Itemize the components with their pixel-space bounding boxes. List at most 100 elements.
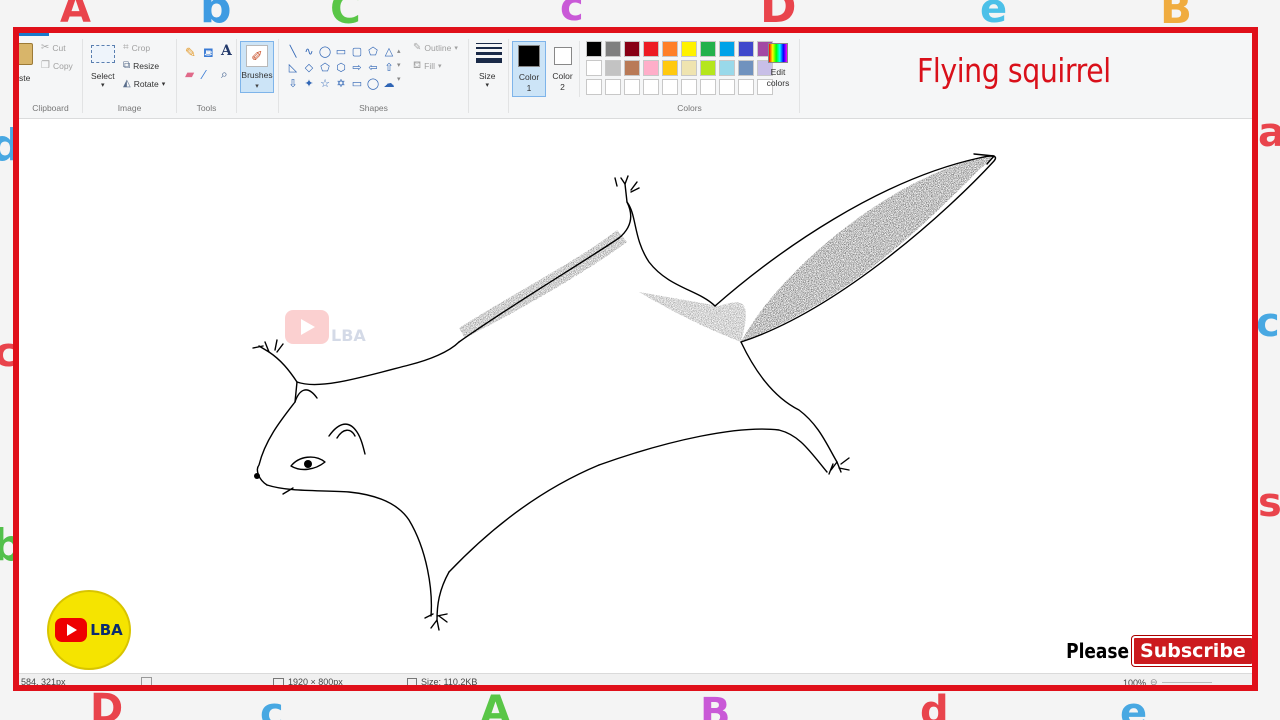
shapes-scroll[interactable]: ▴ ▾ ▾ xyxy=(397,45,401,87)
color-swatch[interactable] xyxy=(643,79,659,95)
select-button[interactable]: Select ▾ xyxy=(91,71,115,89)
color-swatch[interactable] xyxy=(643,60,659,76)
edit-colors-button[interactable]: Edit colors xyxy=(761,41,795,97)
fill-icon: ⛾ xyxy=(413,60,422,71)
ribbon-toolbar: ste ✂ Cut ❐ Copy Clipboard Select ▾ ⌗ Crop ⧉… xyxy=(19,33,1252,119)
image-dimensions-text: 1920 × 800px xyxy=(288,677,343,687)
cut-button[interactable]: ✂ Cut xyxy=(41,43,66,54)
left-arrow-shape-icon[interactable]: ⇦ xyxy=(365,59,381,75)
color-swatch[interactable] xyxy=(605,60,621,76)
backdrop-glyph: d xyxy=(920,688,949,720)
brushes-button[interactable]: ✐ Brushes ▾ xyxy=(240,41,274,93)
fill-button[interactable]: ⛾ Fill ▾ xyxy=(413,60,442,72)
select-icon xyxy=(91,45,115,63)
oval-callout-shape-icon[interactable]: ◯ xyxy=(365,75,381,91)
up-arrow-shape-icon[interactable]: ⇧ xyxy=(381,59,397,75)
polygon-shape-icon[interactable]: ⬠ xyxy=(365,43,381,59)
disk-icon xyxy=(407,677,417,685)
rectangle-shape-icon[interactable]: ▭ xyxy=(333,43,349,59)
paste-button[interactable]: ste xyxy=(19,73,30,83)
chevron-down-icon: ▾ xyxy=(101,82,105,89)
file-tab-indicator xyxy=(19,33,49,36)
color-swatch[interactable] xyxy=(738,79,754,95)
zoom-out-icon[interactable]: ⊖ xyxy=(1150,677,1158,685)
color-swatch[interactable] xyxy=(624,60,640,76)
color-swatch[interactable] xyxy=(681,79,697,95)
eraser-tool[interactable]: ▰ xyxy=(185,67,194,81)
color-swatch[interactable] xyxy=(719,41,735,57)
fill-tool[interactable]: ⛾ xyxy=(203,45,214,63)
five-point-star-shape-icon[interactable]: ☆ xyxy=(317,75,333,91)
four-point-star-shape-icon[interactable]: ✦ xyxy=(301,75,317,91)
edit-colors-label-2: colors xyxy=(766,78,790,88)
color1-button[interactable]: Color 1 xyxy=(512,41,546,97)
right-triangle-shape-icon[interactable]: ◺ xyxy=(285,59,301,75)
color-swatch[interactable] xyxy=(624,41,640,57)
color-picker-tool[interactable]: ⁄ xyxy=(203,67,205,82)
status-bar: 584, 321px 1920 × 800px Size: 110.2KB 10… xyxy=(19,673,1252,687)
outline-button[interactable]: ✎ Outline ▾ xyxy=(413,42,458,54)
curve-shape-icon[interactable]: ∿ xyxy=(301,43,317,59)
backdrop-glyph: a xyxy=(1258,110,1280,156)
color-swatch[interactable] xyxy=(662,41,678,57)
crop-button[interactable]: ⌗ Crop xyxy=(123,43,150,54)
color2-button[interactable]: Color 2 xyxy=(546,41,580,97)
eraser-icon: ▰ xyxy=(185,67,195,81)
color-swatch[interactable] xyxy=(681,60,697,76)
callout-shape-icon[interactable]: ▭ xyxy=(349,75,365,91)
color-swatch[interactable] xyxy=(681,41,697,57)
six-point-star-shape-icon[interactable]: ✡ xyxy=(333,75,349,91)
drawing-canvas[interactable]: LBA xyxy=(19,120,1252,648)
select-label: Select xyxy=(91,71,115,81)
chevron-down-icon: ▾ xyxy=(454,45,458,52)
text-tool[interactable]: A xyxy=(221,43,232,59)
color-swatch[interactable] xyxy=(700,41,716,57)
selection-size xyxy=(141,677,152,685)
copy-button[interactable]: ❐ Copy xyxy=(41,60,73,72)
pentagon-shape-icon[interactable]: ⬠ xyxy=(317,59,333,75)
rounded-rectangle-shape-icon[interactable]: ▢ xyxy=(349,43,365,59)
color-swatch[interactable] xyxy=(605,79,621,95)
color-swatch[interactable] xyxy=(586,41,602,57)
down-arrow-shape-icon[interactable]: ⇩ xyxy=(285,75,301,91)
magnifier-tool[interactable]: ⌕ xyxy=(221,67,228,82)
video-title-overlay: Flying squirrel xyxy=(917,51,1111,90)
color-swatch[interactable] xyxy=(738,41,754,57)
pencil-tool[interactable]: ✎ xyxy=(185,45,196,61)
size-label: Size xyxy=(479,71,496,81)
color-swatch[interactable] xyxy=(643,41,659,57)
copy-icon: ❐ xyxy=(41,60,50,71)
color-swatch[interactable] xyxy=(700,79,716,95)
zoom-slider[interactable] xyxy=(1161,682,1212,683)
color-swatch[interactable] xyxy=(719,60,735,76)
diamond-shape-icon[interactable]: ◇ xyxy=(301,59,317,75)
right-arrow-shape-icon[interactable]: ⇨ xyxy=(349,59,365,75)
color-swatch[interactable] xyxy=(662,60,678,76)
color-swatch[interactable] xyxy=(624,79,640,95)
color-swatch[interactable] xyxy=(605,41,621,57)
brush-icon: ✐ xyxy=(246,45,268,67)
triangle-shape-icon[interactable]: △ xyxy=(381,43,397,59)
size-button[interactable]: Size ▾ xyxy=(479,71,496,89)
color2-number: 2 xyxy=(560,82,565,92)
cloud-callout-shape-icon[interactable]: ☁ xyxy=(381,75,397,91)
image-dimensions: 1920 × 800px xyxy=(273,677,343,687)
resize-button[interactable]: ⧉ Resize xyxy=(123,61,159,72)
color1-swatch xyxy=(518,45,540,67)
hexagon-shape-icon[interactable]: ⬡ xyxy=(333,59,349,75)
oval-shape-icon[interactable]: ◯ xyxy=(317,43,333,59)
line-shape-icon[interactable]: ╲ xyxy=(285,43,301,59)
subscribe-overlay: Please Subscribe xyxy=(1055,636,1252,666)
outline-label: Outline xyxy=(424,43,452,53)
rotate-button[interactable]: ◭ Rotate ▾ xyxy=(123,79,165,90)
color-swatch[interactable] xyxy=(586,60,602,76)
color-swatch[interactable] xyxy=(738,60,754,76)
color-swatch[interactable] xyxy=(700,60,716,76)
color-swatch[interactable] xyxy=(662,79,678,95)
color-swatch[interactable] xyxy=(719,79,735,95)
image-group-label: Image xyxy=(117,103,142,113)
outline-icon: ✎ xyxy=(413,42,422,53)
subscribe-button[interactable]: Subscribe xyxy=(1132,636,1252,666)
channel-logo: LBA xyxy=(47,590,131,670)
color-swatch[interactable] xyxy=(586,79,602,95)
